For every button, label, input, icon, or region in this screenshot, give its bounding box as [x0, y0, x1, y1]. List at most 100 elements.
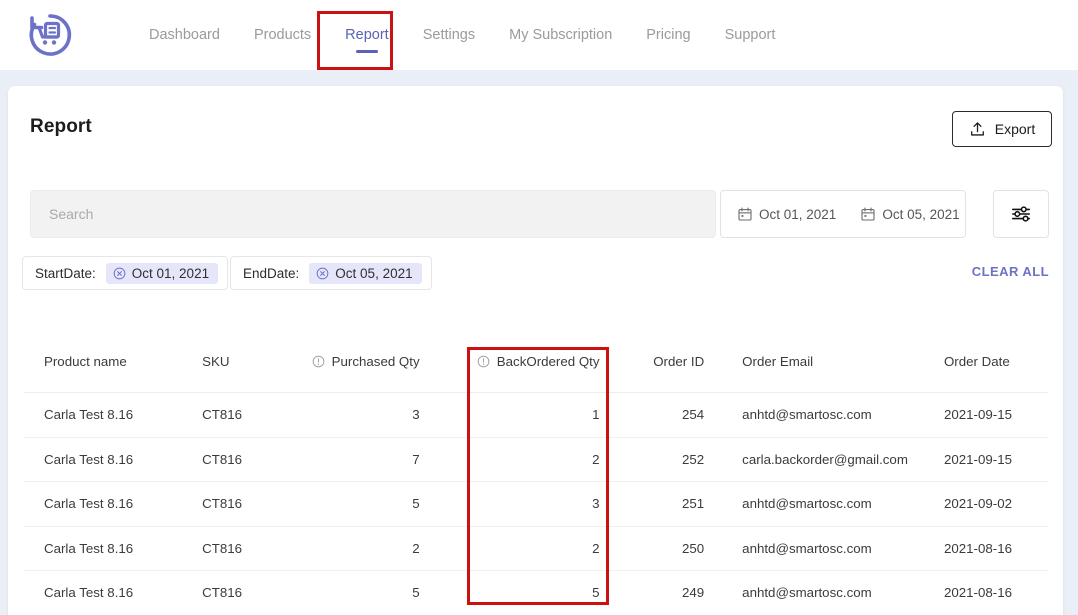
circle-close-icon[interactable] — [316, 267, 329, 280]
export-button[interactable]: Export — [952, 111, 1052, 147]
nav-label: Products — [253, 27, 312, 43]
cell-sku: CT816 — [202, 481, 270, 527]
end-date-filter-chip-group: EndDate: Oct 05, 2021 — [230, 256, 432, 290]
page-title: Report — [30, 116, 92, 137]
end-date-chip[interactable]: Oct 05, 2021 — [309, 262, 422, 284]
nav-item-my-subscription[interactable]: My Subscription — [492, 0, 629, 70]
return-cart-logo[interactable] — [24, 9, 76, 61]
end-date-label: EndDate: — [243, 265, 300, 281]
start-date-chip[interactable]: Oct 01, 2021 — [105, 262, 219, 284]
column-header-sku[interactable]: SKU — [202, 346, 270, 393]
cell-product-name: Carla Test 8.16 — [24, 437, 203, 482]
date-range-picker[interactable]: Oct 01, 2021 Oct 05, 2021 — [720, 190, 966, 238]
end-date-chip-value: Oct 05, 2021 — [335, 265, 413, 281]
column-label: Order ID — [653, 353, 705, 369]
calendar-icon — [737, 206, 753, 222]
table-header: Product name SKU Purchased Qty BackOrder… — [24, 346, 1048, 393]
date-from[interactable]: Oct 01, 2021 — [721, 206, 844, 222]
nav-item-report[interactable]: Report — [328, 0, 406, 70]
cell-order-date: 2021-09-15 — [921, 392, 1048, 438]
cell-sku: CT816 — [202, 526, 270, 571]
start-date-label: StartDate: — [35, 265, 96, 281]
cell-order-date: 2021-08-16 — [921, 570, 1048, 615]
table-header-row: Product name SKU Purchased Qty BackOrder… — [24, 346, 1048, 393]
info-icon[interactable] — [477, 355, 490, 368]
column-header-order-id[interactable]: Order ID — [637, 346, 721, 393]
cell-backordered-qty: 5 — [465, 570, 638, 615]
column-label: Order Email — [742, 353, 814, 369]
nav-label: Report — [345, 27, 389, 43]
upload-icon — [969, 121, 986, 138]
column-header-backordered-qty[interactable]: BackOrdered Qty — [465, 346, 638, 393]
nav-item-pricing[interactable]: Pricing — [629, 0, 707, 70]
table-body: Carla Test 8.16 CT816 3 1 254 anhtd@smar… — [24, 392, 1048, 615]
nav-label: My Subscription — [509, 27, 613, 43]
cell-backordered-qty: 2 — [465, 437, 638, 482]
table-row[interactable]: Carla Test 8.16 CT816 2 2 250 anhtd@smar… — [24, 526, 1048, 571]
nav-item-support[interactable]: Support — [708, 0, 793, 70]
cell-purchased-qty: 2 — [269, 526, 466, 571]
date-to[interactable]: Oct 05, 2021 — [844, 206, 967, 222]
cell-sku: CT816 — [202, 437, 270, 482]
sliders-icon — [1010, 203, 1032, 225]
cell-order-email: anhtd@smartosc.com — [720, 481, 922, 527]
column-label: BackOrdered Qty — [496, 353, 600, 369]
cell-order-id: 252 — [637, 437, 721, 482]
search-placeholder: Search — [49, 206, 94, 222]
column-header-product-name[interactable]: Product name — [24, 346, 203, 393]
info-icon[interactable] — [312, 355, 325, 368]
column-header-purchased-qty[interactable]: Purchased Qty — [269, 346, 466, 393]
cell-backordered-qty: 3 — [465, 481, 638, 527]
cell-product-name: Carla Test 8.16 — [24, 392, 203, 438]
column-label: Order Date — [943, 353, 1010, 369]
nav-label: Support — [724, 27, 776, 43]
start-date-chip-value: Oct 01, 2021 — [131, 265, 210, 281]
cell-purchased-qty: 5 — [269, 570, 466, 615]
column-label: Purchased Qty — [331, 353, 420, 369]
table-row[interactable]: Carla Test 8.16 CT816 5 5 249 anhtd@smar… — [24, 570, 1048, 615]
export-button-label: Export — [994, 121, 1036, 137]
circle-close-icon[interactable] — [113, 267, 126, 280]
start-date-filter-chip-group: StartDate: Oct 01, 2021 — [22, 256, 229, 290]
cell-backordered-qty: 2 — [465, 526, 638, 571]
column-label: SKU — [202, 353, 230, 369]
column-label: Product name — [44, 353, 127, 369]
nav-label: Pricing — [646, 27, 691, 43]
cell-order-email: anhtd@smartosc.com — [720, 570, 922, 615]
cell-order-date: 2021-09-15 — [921, 437, 1048, 482]
calendar-icon — [860, 206, 876, 222]
clear-all-button[interactable]: CLEAR ALL — [972, 264, 1049, 279]
table-row[interactable]: Carla Test 8.16 CT816 5 3 251 anhtd@smar… — [24, 481, 1048, 527]
cell-order-id: 251 — [637, 481, 721, 527]
cell-order-id: 254 — [637, 392, 721, 438]
cell-product-name: Carla Test 8.16 — [24, 481, 203, 527]
column-header-order-date[interactable]: Order Date — [921, 346, 1048, 393]
cell-order-date: 2021-09-02 — [921, 481, 1048, 527]
top-navigation-bar: Dashboard Products Report Settings My Su… — [0, 0, 1078, 70]
table-row[interactable]: Carla Test 8.16 CT816 3 1 254 anhtd@smar… — [24, 392, 1048, 438]
cell-sku: CT816 — [202, 570, 270, 615]
column-header-order-email[interactable]: Order Email — [720, 346, 922, 393]
cell-sku: CT816 — [202, 392, 270, 438]
report-card: Report Export Search Oct 01, 2021 Oct 05… — [8, 86, 1063, 615]
cell-purchased-qty: 3 — [269, 392, 466, 438]
cell-order-date: 2021-08-16 — [921, 526, 1048, 571]
primary-nav: Dashboard Products Report Settings My Su… — [132, 0, 792, 70]
filter-settings-button[interactable] — [993, 190, 1049, 238]
date-to-value: Oct 05, 2021 — [882, 206, 960, 222]
nav-item-products[interactable]: Products — [237, 0, 328, 70]
report-table: Product name SKU Purchased Qty BackOrder… — [24, 346, 1048, 615]
nav-item-settings[interactable]: Settings — [406, 0, 492, 70]
cell-backordered-qty: 1 — [465, 392, 638, 438]
table-row[interactable]: Carla Test 8.16 CT816 7 2 252 carla.back… — [24, 437, 1048, 482]
cell-order-email: carla.backorder@gmail.com — [720, 437, 922, 482]
cell-order-id: 249 — [637, 570, 721, 615]
nav-item-dashboard[interactable]: Dashboard — [132, 0, 237, 70]
cell-product-name: Carla Test 8.16 — [24, 526, 203, 571]
cell-purchased-qty: 7 — [269, 437, 466, 482]
cell-purchased-qty: 5 — [269, 481, 466, 527]
search-input[interactable]: Search — [30, 190, 716, 238]
nav-label: Settings — [422, 27, 476, 43]
active-tab-underline — [355, 50, 378, 53]
cell-product-name: Carla Test 8.16 — [24, 570, 203, 615]
